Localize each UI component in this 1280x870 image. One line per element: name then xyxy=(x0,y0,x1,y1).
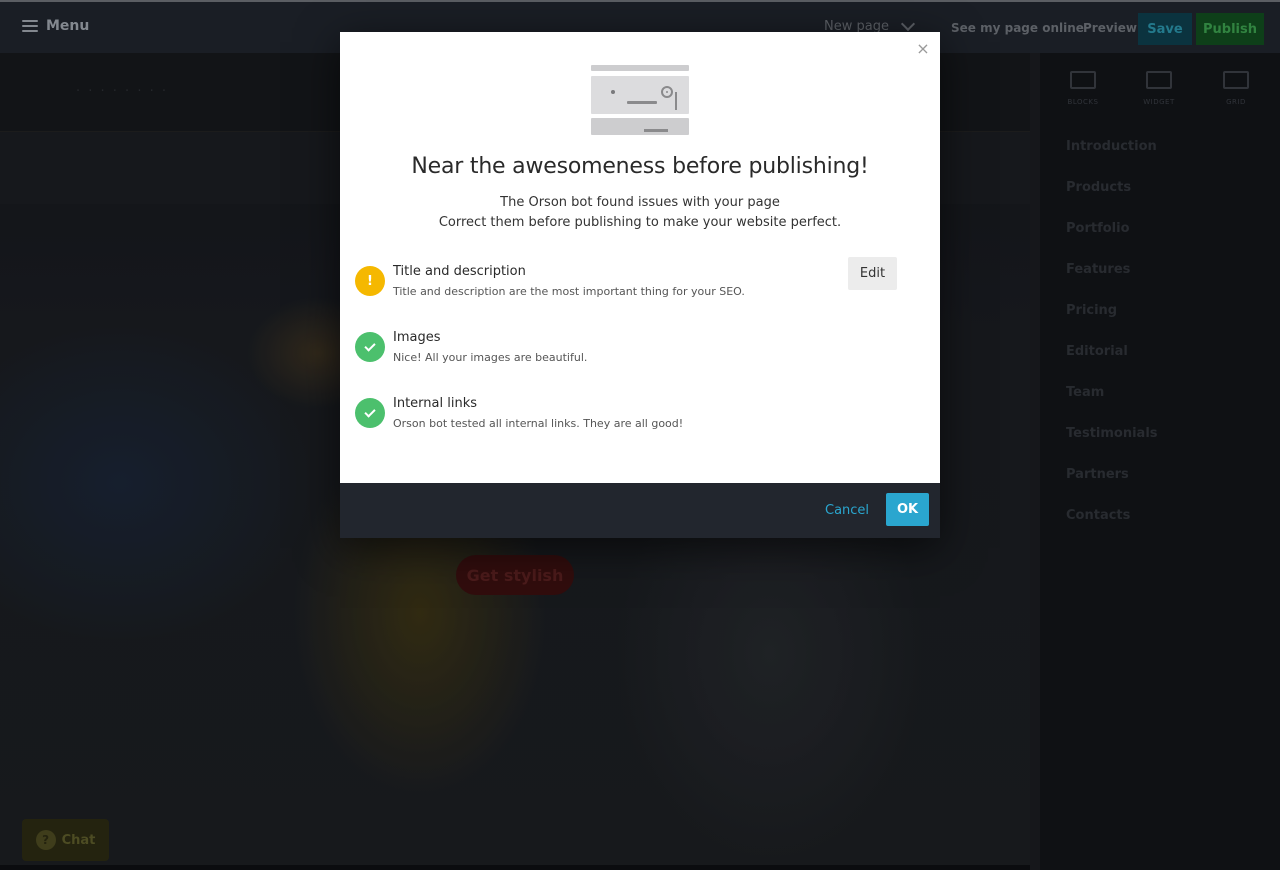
close-icon[interactable]: × xyxy=(916,41,930,57)
subtitle-line-2: Correct them before publishing to make y… xyxy=(438,215,842,230)
checkmark-icon xyxy=(355,398,385,428)
edit-button[interactable]: Edit xyxy=(848,257,897,290)
check-title-description: ! Title and description Title and descri… xyxy=(355,257,925,310)
subtitle-line-1: The Orson bot found issues with your pag… xyxy=(500,195,780,210)
check-internal-links: Internal links Orson bot tested all inte… xyxy=(355,396,925,442)
dialog-subtitle: The Orson bot found issues with your pag… xyxy=(340,193,940,233)
publish-check-dialog: × Near the awesomeness before publishing… xyxy=(340,32,940,538)
cancel-button[interactable]: Cancel xyxy=(825,503,869,518)
checkmark-icon xyxy=(355,332,385,362)
warning-icon: ! xyxy=(355,266,385,296)
check-title: Internal links xyxy=(393,396,477,411)
ok-button[interactable]: OK xyxy=(886,493,929,526)
check-title: Title and description xyxy=(393,264,526,279)
check-description: Title and description are the most impor… xyxy=(393,285,745,298)
check-title: Images xyxy=(393,330,441,345)
check-description: Orson bot tested all internal links. The… xyxy=(393,417,684,430)
orson-bot-illustration xyxy=(591,65,689,135)
check-images: Images Nice! All your images are beautif… xyxy=(355,330,925,376)
check-description: Nice! All your images are beautiful. xyxy=(393,351,588,364)
dialog-footer: Cancel OK xyxy=(340,483,940,538)
dialog-title: Near the awesomeness before publishing! xyxy=(411,154,869,179)
